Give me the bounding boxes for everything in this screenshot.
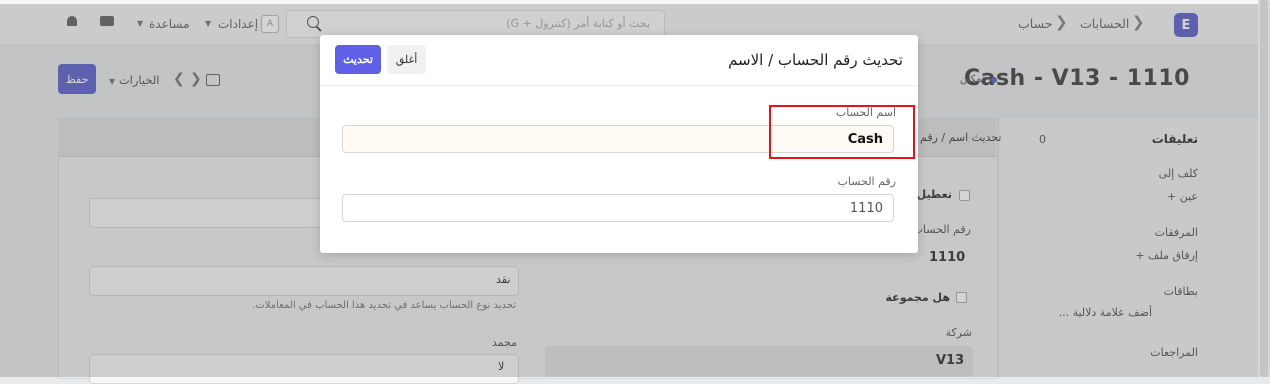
account-number-input[interactable]: 1110 <box>342 194 894 222</box>
update-button[interactable]: تحديث <box>335 45 381 74</box>
scrollbar-thumb[interactable] <box>1260 0 1268 377</box>
highlight-box <box>769 105 915 159</box>
dialog-title: تحديث رقم الحساب / الاسم <box>728 51 903 69</box>
account-number-value: 1110 <box>849 201 883 216</box>
dialog-header: تحديث رقم الحساب / الاسم تحديث أغلق <box>320 35 918 86</box>
account-number-label: رقم الحساب <box>837 175 896 188</box>
close-button[interactable]: أغلق <box>387 45 426 74</box>
